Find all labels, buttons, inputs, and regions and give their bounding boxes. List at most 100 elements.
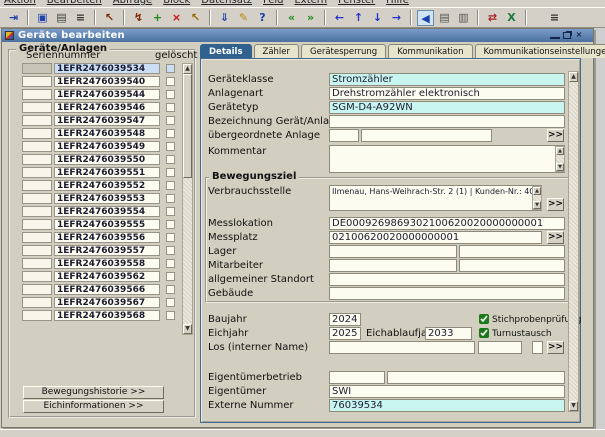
- scroll-down-arrow-icon[interactable]: ▼: [569, 401, 578, 411]
- record-indicator[interactable]: [22, 206, 52, 217]
- menu-item-abfrage[interactable]: Abfrage: [113, 0, 152, 6]
- uebergeordnete-anlage-name-input[interactable]: [361, 129, 492, 142]
- kommentar-scrollbar[interactable]: ▲ ▼: [555, 146, 565, 172]
- scroll-up-arrow-icon[interactable]: ▲: [569, 72, 578, 82]
- seriennummer-input[interactable]: [54, 206, 160, 217]
- geloescht-checkbox[interactable]: [166, 220, 175, 229]
- geloescht-checkbox[interactable]: [166, 142, 175, 151]
- record-indicator[interactable]: [22, 89, 52, 100]
- record-indicator[interactable]: [22, 297, 52, 308]
- geloescht-checkbox[interactable]: [166, 311, 175, 320]
- seriennummer-input[interactable]: [54, 141, 160, 152]
- seriennummer-input[interactable]: [54, 180, 160, 191]
- scroll-down-arrow-icon[interactable]: ▼: [183, 324, 192, 334]
- fetch-record-icon[interactable]: ⇓: [216, 10, 233, 26]
- execute-query-icon[interactable]: ↯: [130, 10, 147, 26]
- record-indicator[interactable]: [22, 102, 52, 113]
- geloescht-checkbox[interactable]: [166, 194, 175, 203]
- menu-item-extern[interactable]: Extern: [294, 0, 327, 6]
- geloescht-checkbox[interactable]: [166, 207, 175, 216]
- los-more-button[interactable]: >>: [547, 341, 564, 354]
- los-nummer-input[interactable]: [478, 341, 522, 354]
- tab-ger-tesperrung[interactable]: Gerätesperrung: [301, 44, 386, 58]
- geloescht-checkbox[interactable]: [166, 90, 175, 99]
- bewegungshistorie-button[interactable]: Bewegungshistorie >>: [23, 386, 164, 399]
- seriennummer-input[interactable]: [54, 102, 160, 113]
- geloescht-checkbox[interactable]: [166, 272, 175, 281]
- record-indicator[interactable]: [22, 128, 52, 139]
- previous-block-icon[interactable]: «: [283, 10, 300, 26]
- record-indicator[interactable]: [22, 193, 52, 204]
- record-indicator[interactable]: [22, 245, 52, 256]
- menu-item-bearbeiten[interactable]: Bearbeiten: [47, 0, 102, 6]
- turnustausch-checkbox[interactable]: [479, 328, 489, 338]
- geloescht-checkbox[interactable]: [166, 103, 175, 112]
- geraetetyp-input[interactable]: [329, 101, 565, 114]
- record-indicator[interactable]: [22, 232, 52, 243]
- menu-item-fenster[interactable]: Fenster: [338, 0, 375, 6]
- seriennummer-input[interactable]: [54, 271, 160, 282]
- insert-record-icon[interactable]: +: [149, 10, 166, 26]
- scroll-up-arrow-icon[interactable]: ▲: [533, 187, 541, 195]
- edit-icon[interactable]: ✎: [235, 10, 252, 26]
- seriennummer-input[interactable]: [54, 219, 160, 230]
- record-indicator[interactable]: [22, 167, 52, 178]
- geloescht-checkbox[interactable]: [166, 233, 175, 242]
- uebergeordnete-anlage-more-button[interactable]: >>: [547, 129, 564, 142]
- eigentuemerbetrieb-code-input[interactable]: [329, 371, 385, 384]
- messlokation-input[interactable]: [329, 217, 565, 230]
- seriennummer-input[interactable]: [54, 232, 160, 243]
- allgemeiner-standort-input[interactable]: [329, 273, 565, 286]
- scrollbar-thumb[interactable]: [183, 74, 192, 178]
- scroll-up-icon[interactable]: ↑: [350, 10, 367, 26]
- record-indicator[interactable]: [22, 141, 52, 152]
- record-indicator[interactable]: [22, 76, 52, 87]
- geloescht-checkbox[interactable]: [166, 64, 175, 73]
- seriennummer-input[interactable]: [54, 245, 160, 256]
- menu-item-datensatz[interactable]: Datensatz: [201, 0, 252, 6]
- serial-list-scrollbar[interactable]: ▲ ▼: [182, 63, 193, 335]
- tab-z-hler[interactable]: Zähler: [254, 44, 300, 58]
- navigate-back-icon[interactable]: ◀: [417, 10, 434, 26]
- mitarbeiter-name-input[interactable]: [459, 259, 565, 272]
- record-indicator[interactable]: [22, 271, 52, 282]
- menu-item-aktion[interactable]: Aktion: [4, 0, 36, 6]
- help-icon[interactable]: ?: [254, 10, 271, 26]
- interface-icon[interactable]: ⇄: [484, 10, 501, 26]
- stichprobenpruefung-checkbox[interactable]: [479, 314, 489, 324]
- record-indicator[interactable]: [22, 154, 52, 165]
- minimize-icon[interactable]: [550, 32, 560, 39]
- lager-name-input[interactable]: [459, 245, 565, 258]
- bezeichnung-input[interactable]: [329, 115, 565, 128]
- details-scrollbar[interactable]: ▲ ▼: [568, 71, 579, 412]
- close-icon[interactable]: ×: [574, 31, 584, 40]
- record-indicator[interactable]: [22, 115, 52, 126]
- los-name-input[interactable]: [329, 341, 475, 354]
- geloescht-checkbox[interactable]: [166, 116, 175, 125]
- eichinformationen-button[interactable]: Eichinformationen >>: [23, 400, 164, 413]
- geloescht-checkbox[interactable]: [166, 246, 175, 255]
- scroll-up-arrow-icon[interactable]: ▲: [556, 147, 564, 155]
- seriennummer-input[interactable]: [54, 297, 160, 308]
- cancel-query-icon[interactable]: ↖: [187, 10, 204, 26]
- seriennummer-input[interactable]: [54, 193, 160, 204]
- restore-icon[interactable]: [563, 32, 571, 39]
- scroll-up-arrow-icon[interactable]: ▲: [183, 64, 192, 74]
- scroll-down-icon[interactable]: ↓: [369, 10, 386, 26]
- tab-kommunikationseinstellungen[interactable]: Kommunikationseinstellungen: [475, 44, 605, 58]
- copy-screen-icon[interactable]: ▥: [455, 10, 472, 26]
- seriennummer-input[interactable]: [54, 128, 160, 139]
- seriennummer-input[interactable]: [54, 154, 160, 165]
- seriennummer-input[interactable]: [54, 284, 160, 295]
- print-screen-icon[interactable]: ▤: [436, 10, 453, 26]
- geloescht-checkbox[interactable]: [166, 129, 175, 138]
- print-icon[interactable]: ▤: [53, 10, 70, 26]
- record-indicator[interactable]: [22, 284, 52, 295]
- scroll-down-arrow-icon[interactable]: ▼: [533, 201, 541, 209]
- geloescht-checkbox[interactable]: [166, 285, 175, 294]
- messplatz-input[interactable]: [329, 231, 542, 244]
- anlagenart-input[interactable]: [329, 87, 565, 100]
- enter-query-icon[interactable]: ↖: [101, 10, 118, 26]
- seriennummer-input[interactable]: [54, 115, 160, 126]
- verbrauchsstelle-textarea[interactable]: Ilmenau, Hans-Weihrach-Str. 2 (1) | Kund…: [329, 185, 542, 211]
